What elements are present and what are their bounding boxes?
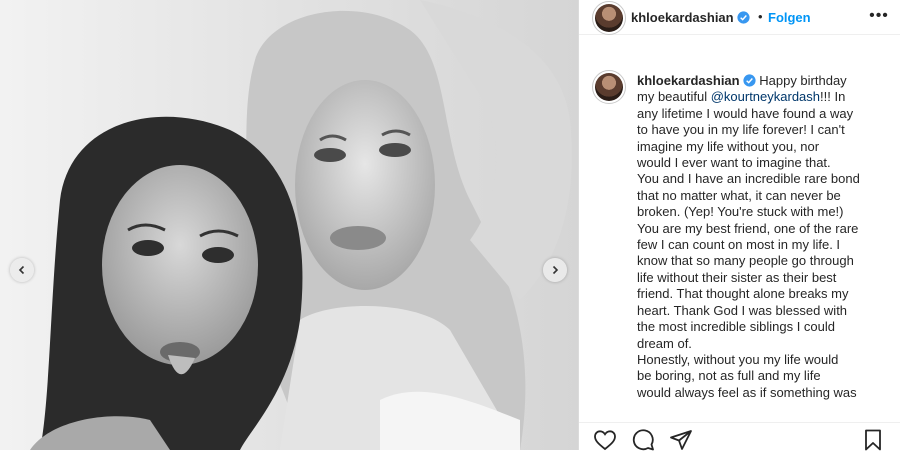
- caption-line: You are my best friend, one of the rare: [637, 220, 859, 236]
- verified-badge-icon: [743, 74, 756, 87]
- more-options-icon[interactable]: •••: [869, 6, 889, 26]
- bookmark-icon: [865, 429, 881, 451]
- comment-button[interactable]: [631, 428, 657, 454]
- username-text[interactable]: khloekardashian: [631, 10, 734, 25]
- photo-image: [0, 0, 578, 450]
- post-header: khloekardashian • Folgen •••: [579, 0, 900, 35]
- caption-line: few I can count on most in my life. I: [637, 237, 841, 253]
- caption-line: to have you in my life forever! I can't: [637, 122, 845, 138]
- verified-badge-icon: [737, 11, 750, 24]
- previous-photo-button[interactable]: [10, 258, 34, 282]
- caption-line: would I ever want to imagine that.: [637, 155, 831, 171]
- separator-dot: •: [758, 9, 763, 24]
- caption-line: would always feel as if something was: [637, 384, 857, 400]
- follow-button[interactable]: Folgen: [768, 10, 811, 25]
- like-button[interactable]: [593, 428, 619, 454]
- post-photo[interactable]: [0, 0, 578, 450]
- caption-line: know that so many people go through: [637, 253, 854, 269]
- caption-line: be boring, not as full and my life: [637, 368, 821, 384]
- caption-line: heart. Thank God I was blessed with: [637, 302, 848, 318]
- caption-line: life without their sister as their best: [637, 269, 837, 285]
- caption-line: the most incredible siblings I could: [637, 319, 835, 335]
- caption-line: friend. That thought alone breaks my: [637, 286, 849, 302]
- caption-avatar[interactable]: [592, 70, 626, 104]
- caption-line: any lifetime I would have found a way: [637, 105, 854, 121]
- caption-line: imagine my life without you, nor: [637, 138, 820, 154]
- avatar[interactable]: [592, 1, 626, 35]
- share-button[interactable]: [669, 428, 695, 454]
- caption-line: dream of.: [637, 335, 692, 351]
- header-username[interactable]: khloekardashian: [631, 10, 750, 25]
- mention-link[interactable]: @kourtneykardash: [711, 89, 820, 104]
- caption-line: that no matter what, it can never be: [637, 187, 841, 203]
- caption-line: Honestly, without you my life would: [637, 351, 839, 367]
- paper-plane-icon: [670, 430, 692, 450]
- caption-username[interactable]: khloekardashian: [637, 73, 740, 88]
- post-actions-bar: [579, 422, 900, 451]
- post-caption: khloekardashian Happy birthday my beauti…: [637, 73, 877, 414]
- caption-line: khloekardashian Happy birthday: [637, 73, 847, 88]
- post-side-panel: khloekardashian • Folgen ••• khloekardas…: [578, 0, 900, 451]
- chevron-left-icon: [18, 265, 25, 275]
- save-button[interactable]: [861, 428, 887, 454]
- caption-line: broken. (Yep! You're stuck with me!): [637, 204, 844, 220]
- comment-icon: [632, 429, 654, 451]
- caption-line: my beautiful @kourtneykardash!!! In: [637, 89, 846, 105]
- chevron-right-icon: [552, 265, 559, 275]
- next-photo-button[interactable]: [543, 258, 567, 282]
- caption-line: You and I have an incredible rare bond: [637, 171, 860, 187]
- heart-icon: [594, 430, 616, 451]
